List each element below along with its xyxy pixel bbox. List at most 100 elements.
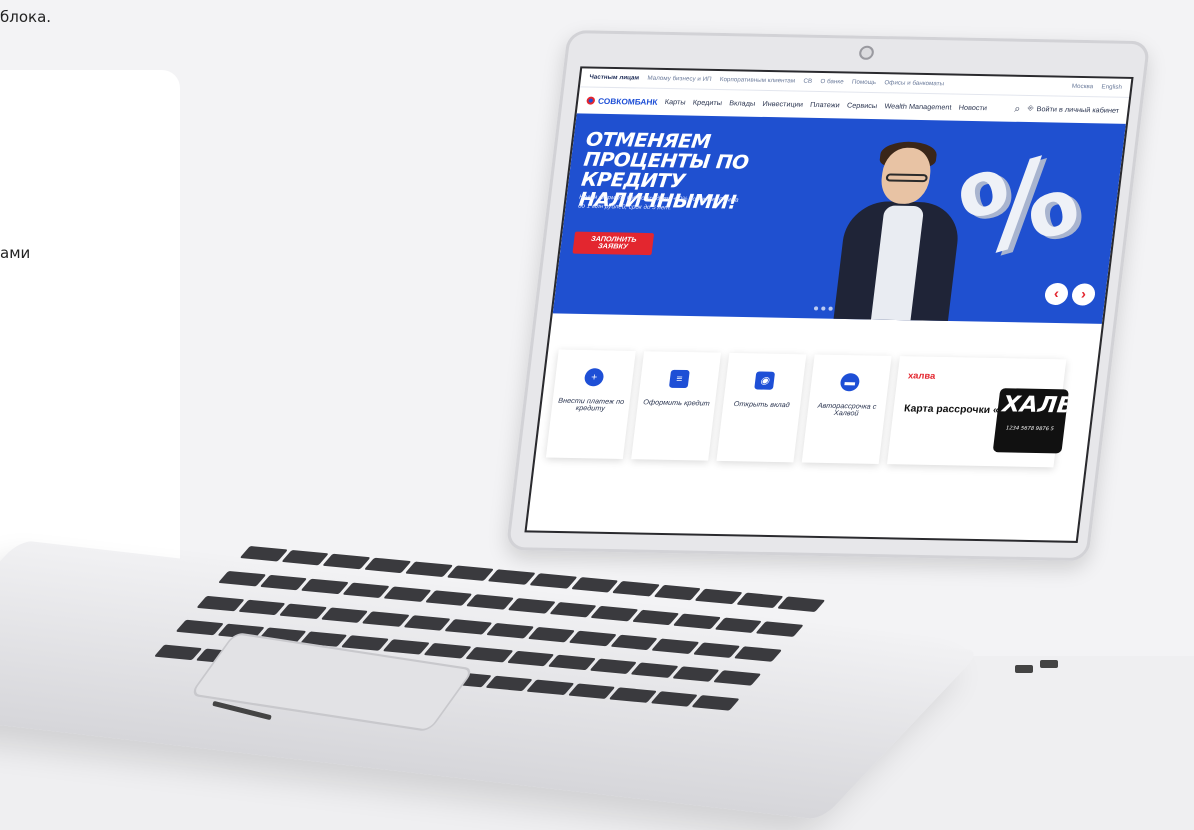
keyboard-key	[486, 622, 535, 639]
keyboard-key	[673, 613, 722, 629]
keyboard-key	[568, 630, 618, 646]
carousel-next-icon[interactable]: ›	[1070, 283, 1097, 306]
nav-cards[interactable]: Карты	[664, 99, 686, 106]
keyboard-key	[300, 578, 349, 594]
language-link[interactable]: English	[1101, 84, 1122, 90]
keyboard-key	[466, 594, 515, 610]
keyboard-key	[693, 642, 742, 658]
keyboard-key	[631, 609, 680, 626]
keyboard-key	[423, 643, 472, 659]
document-icon: ≡	[668, 369, 690, 389]
usb-port-2	[1040, 660, 1058, 668]
keyboard-key	[196, 595, 245, 611]
keyboard-key	[362, 610, 411, 627]
keyboard-key	[630, 662, 679, 679]
plus-circle-icon: +	[583, 368, 605, 387]
nav-wealth[interactable]: Wealth Management	[884, 103, 952, 111]
topbar-item-sv[interactable]: СВ	[803, 79, 812, 85]
tile-label: Открыть вклад	[733, 401, 791, 410]
keyboard-key	[175, 620, 224, 636]
keyboard-key	[259, 574, 308, 591]
tile-open-deposit[interactable]: ◉ Открыть вклад	[716, 352, 807, 463]
logo-text: СОВКОМБАНК	[597, 96, 659, 107]
keyboard-key	[487, 569, 536, 585]
keyboard-key	[506, 651, 555, 667]
keyboard-key	[588, 658, 637, 675]
bank-logo[interactable]: СОВКОМБАНК	[586, 96, 658, 106]
carousel-dots[interactable]	[813, 306, 833, 311]
laptop-base	[0, 540, 1100, 830]
keyboard-key	[405, 561, 454, 578]
keyboard-key	[238, 599, 287, 615]
website-display: Частным лицам Малому бизнесу и ИП Корпор…	[524, 66, 1134, 543]
keyboard-key	[507, 597, 556, 614]
tile-label: Авторассрочка с Халвой	[817, 402, 877, 418]
city-selector[interactable]: Москва	[1071, 84, 1093, 90]
nav-payments[interactable]: Платежи	[810, 101, 840, 109]
keyboard-key	[383, 586, 432, 602]
halva-logo: халва	[907, 370, 936, 381]
search-icon[interactable]: ⌕	[1014, 103, 1021, 114]
tile-get-credit[interactable]: ≡ Оформить кредит	[631, 351, 722, 461]
usb-port	[1015, 665, 1033, 673]
apply-button[interactable]: ЗАПОЛНИТЬ ЗАЯВКУ	[572, 231, 655, 256]
keyboard-key	[279, 603, 328, 619]
topbar-item-private[interactable]: Частным лицам	[589, 75, 639, 82]
topbar-item-business[interactable]: Малому бизнесу и ИП	[647, 76, 712, 83]
tile-halva-card[interactable]: халва Карта рассрочки «Халва» ХАЛВ 1234 …	[887, 356, 1069, 468]
halva-card-image: ХАЛВ 1234 5678 9876 5	[992, 388, 1069, 454]
keyboard-key	[484, 675, 533, 692]
keyboard-key	[650, 691, 699, 707]
keyboard-key	[527, 626, 576, 642]
keyboard-key	[153, 644, 202, 661]
topbar-item-offices[interactable]: Офисы и банкоматы	[884, 80, 944, 87]
tile-pay-credit[interactable]: + Внести платеж по кредиту	[545, 349, 636, 460]
laptop-screen: Частным лицам Малому бизнесу и ИП Корпор…	[505, 30, 1151, 562]
login-label: Войти в личный кабинет	[1036, 105, 1120, 115]
carousel-prev-icon[interactable]: ‹	[1043, 282, 1070, 306]
keyboard-key	[547, 655, 596, 671]
nav-news[interactable]: Новости	[958, 104, 987, 112]
tile-label: Внести платеж по кредиту	[557, 397, 625, 413]
safe-icon: ◉	[754, 371, 776, 390]
topbar-item-help[interactable]: Помощь	[852, 80, 877, 86]
nav-deposits[interactable]: Вклады	[729, 100, 756, 107]
nav-investments[interactable]: Инвестиции	[762, 100, 803, 108]
quick-actions: + Внести платеж по кредиту ≡ Оформить кр…	[534, 313, 1102, 478]
halva-card-text: ХАЛВ	[1001, 392, 1069, 419]
keyboard-key	[590, 605, 639, 622]
keyboard-key	[777, 596, 826, 612]
nav-services[interactable]: Сервисы	[847, 102, 878, 110]
keyboard-key	[526, 679, 575, 696]
tile-auto-installment[interactable]: ▬ Авторассрочка с Халвой	[801, 354, 892, 464]
keyboard-key	[322, 553, 371, 570]
topbar-item-corporate[interactable]: Корпоративным клиентам	[719, 77, 795, 84]
tile-label: Оформить кредит	[642, 399, 711, 408]
login-icon: ⎆	[1027, 105, 1034, 113]
halva-card-number: 1234 5678 9876 5	[1005, 425, 1055, 433]
keyboard-key	[446, 565, 495, 581]
laptop-illustration: Частным лицам Малому бизнесу и ИП Корпор…	[0, 0, 1194, 830]
keyboard-key	[403, 614, 452, 631]
keyboard-key	[239, 546, 288, 562]
keyboard-key	[363, 557, 412, 574]
keyboard-key	[320, 607, 369, 623]
keyboard-key	[608, 687, 657, 704]
keyboard-key	[382, 639, 431, 656]
keyboard-key	[714, 617, 763, 633]
keyboard-key	[653, 584, 702, 601]
keyboard-key	[610, 634, 659, 650]
keyboard-key	[567, 683, 616, 700]
login-button[interactable]: ⎆ Войти в личный кабинет	[1027, 105, 1119, 115]
keyboard-key	[529, 573, 578, 589]
hero-banner: ОТМЕНЯЕМ ПРОЦЕНТЫ ПО КРЕДИТУ НАЛИЧНЫМИ! …	[552, 113, 1126, 324]
topbar-item-about[interactable]: О банке	[820, 79, 844, 85]
keyboard-key	[444, 618, 493, 635]
keyboard-key	[694, 588, 743, 605]
keyboard-key	[280, 549, 330, 566]
keyboard-key	[549, 601, 598, 618]
nav-credits[interactable]: Кредиты	[692, 99, 722, 107]
logo-icon	[586, 96, 596, 105]
keyboard-key	[424, 590, 474, 606]
keyboard-key	[736, 592, 785, 609]
